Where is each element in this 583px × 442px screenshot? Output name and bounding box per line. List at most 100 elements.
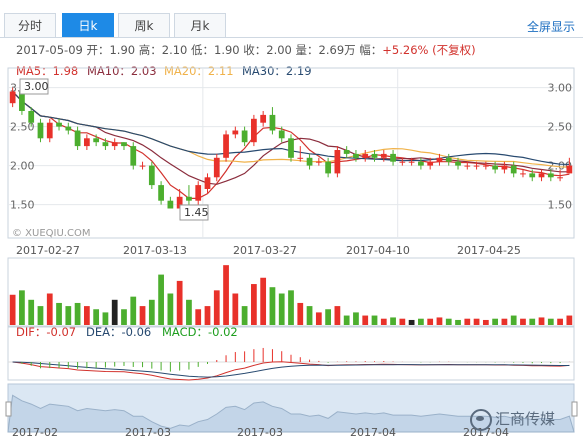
date-tick-label: 2017-02-27 bbox=[16, 244, 80, 257]
candle-body bbox=[529, 173, 536, 178]
price-tick-right: 2.50 bbox=[548, 121, 573, 134]
date-tick-label: 2017-04-10 bbox=[346, 244, 410, 257]
candle-body bbox=[418, 161, 424, 166]
volume-bar bbox=[269, 287, 276, 325]
volume-bar bbox=[371, 315, 378, 325]
volume-bar bbox=[436, 317, 443, 325]
volume-bar bbox=[46, 293, 53, 325]
volume-bar bbox=[74, 302, 81, 325]
candle-body bbox=[547, 173, 554, 178]
volume-bar bbox=[510, 315, 517, 325]
volume-bar bbox=[158, 274, 164, 325]
volume-bar bbox=[538, 317, 545, 325]
volume-bar bbox=[566, 315, 573, 325]
volume-bar bbox=[408, 319, 415, 325]
volume-bar bbox=[204, 306, 211, 325]
candle-body bbox=[28, 111, 35, 123]
macd-dea-label: DEA：-0.06 bbox=[86, 325, 151, 339]
volume-bar bbox=[241, 306, 248, 325]
volume-bar bbox=[325, 309, 331, 325]
date-tick-label: 2017-03-13 bbox=[123, 244, 187, 257]
volume-bar bbox=[278, 293, 285, 325]
candle-body bbox=[538, 173, 545, 178]
volume-bar bbox=[353, 312, 359, 325]
candle-body bbox=[195, 185, 202, 201]
macd-dif-label: DIF：-0.07 bbox=[16, 325, 76, 339]
candle-body bbox=[362, 153, 369, 158]
volume-bar bbox=[19, 290, 25, 325]
volume-bar bbox=[111, 299, 118, 325]
price-tick-left: 1.50 bbox=[10, 199, 35, 212]
candle-body bbox=[399, 161, 406, 163]
candle-body bbox=[436, 157, 443, 162]
overview-date-label: 2017-04 bbox=[350, 426, 396, 439]
candle-body bbox=[501, 165, 508, 170]
volume-bar bbox=[130, 296, 137, 325]
volume-bar bbox=[473, 318, 480, 325]
candle-body bbox=[111, 142, 118, 147]
volume-bar bbox=[83, 306, 90, 325]
volume-bar bbox=[251, 284, 257, 325]
candle-body bbox=[482, 165, 489, 167]
volume-bar bbox=[260, 277, 267, 325]
candle-body bbox=[121, 142, 127, 147]
volume-bar bbox=[315, 312, 322, 325]
overview-date-label: 2017-03 bbox=[125, 426, 171, 439]
candle-body bbox=[297, 157, 304, 159]
candle-body bbox=[158, 185, 164, 201]
candle-body bbox=[232, 130, 239, 135]
candle-body bbox=[130, 146, 137, 166]
overview-handle-left bbox=[5, 401, 12, 417]
volume-bar bbox=[343, 315, 350, 325]
overview-handle-right bbox=[571, 401, 578, 417]
candle-body bbox=[464, 165, 471, 167]
candle-body bbox=[251, 118, 257, 143]
candle-body bbox=[167, 200, 174, 209]
candle-body bbox=[102, 142, 109, 147]
price-tick-right: 3.00 bbox=[548, 82, 573, 95]
candle-body bbox=[37, 122, 44, 139]
volume-bar bbox=[288, 290, 294, 325]
candle-body bbox=[269, 114, 276, 131]
candle-body bbox=[74, 130, 81, 147]
candle-body bbox=[186, 196, 192, 201]
candle-body bbox=[241, 130, 248, 143]
volume-bar bbox=[93, 309, 100, 325]
volume-bar bbox=[455, 319, 461, 325]
volume-bar bbox=[297, 302, 304, 325]
candle-body bbox=[148, 165, 155, 186]
candle-body bbox=[353, 153, 359, 158]
volume-bar bbox=[148, 299, 155, 325]
candle-body bbox=[46, 122, 53, 139]
volume-bar bbox=[121, 309, 127, 325]
candle-body bbox=[204, 177, 211, 189]
overview-date-label: 2017-02 bbox=[12, 426, 58, 439]
volume-bar bbox=[445, 318, 452, 325]
candle-body bbox=[315, 161, 322, 163]
candle-body bbox=[510, 165, 517, 174]
kline-chart[interactable]: 3.003.002.502.502.002.001.501.503.001.45… bbox=[0, 0, 583, 442]
volume-bar bbox=[56, 302, 62, 325]
candle-body bbox=[213, 157, 220, 178]
volume-bar bbox=[37, 306, 44, 325]
watermark-logo: 汇商传媒 bbox=[470, 408, 555, 431]
max-price-label: 3.00 bbox=[24, 80, 49, 93]
volume-bar bbox=[139, 306, 146, 325]
volume-bar bbox=[306, 306, 313, 325]
candle-body bbox=[520, 173, 526, 175]
candle-body bbox=[260, 114, 267, 123]
candle-body bbox=[83, 138, 90, 147]
volume-bar bbox=[529, 318, 536, 325]
candle-body bbox=[557, 177, 563, 179]
macd-value-label: MACD：-0.02 bbox=[162, 325, 238, 339]
volume-bar bbox=[390, 317, 396, 325]
candle-body bbox=[306, 157, 313, 166]
date-tick-label: 2017-04-25 bbox=[457, 244, 521, 257]
volume-bar bbox=[362, 315, 369, 325]
candle-body bbox=[343, 150, 350, 154]
volume-bar bbox=[167, 293, 174, 325]
volume-bar bbox=[520, 318, 526, 325]
volume-bar bbox=[501, 318, 508, 325]
price-tick-left: 2.00 bbox=[10, 160, 35, 173]
candle-body bbox=[9, 91, 16, 104]
